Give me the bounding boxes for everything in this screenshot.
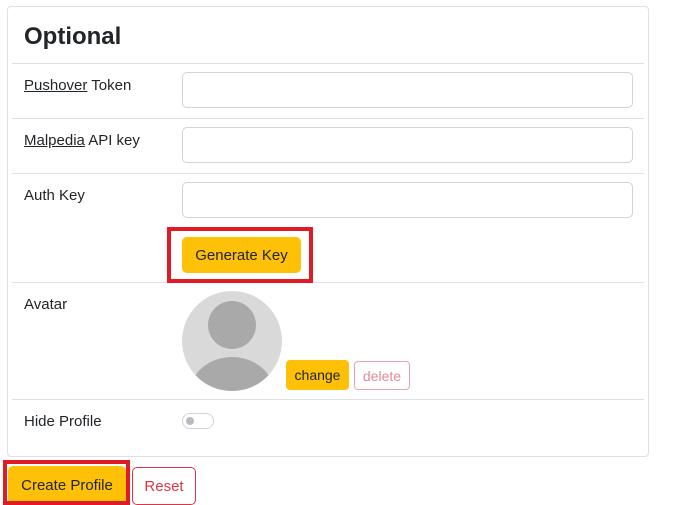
avatar-label: Avatar — [24, 296, 68, 313]
malpedia-link[interactable]: Malpedia — [24, 132, 85, 149]
reset-button[interactable]: Reset — [132, 467, 196, 505]
malpedia-api-key-label: Malpedia API key — [24, 132, 140, 149]
malpedia-api-key-input[interactable] — [182, 127, 633, 163]
generate-key-button[interactable]: Generate Key — [182, 237, 301, 273]
auth-key-input[interactable] — [182, 182, 633, 218]
divider — [12, 118, 644, 119]
auth-key-label: Auth Key — [24, 187, 85, 204]
section-title: Optional — [24, 23, 122, 50]
pushover-link[interactable]: Pushover — [24, 77, 87, 94]
avatar — [182, 291, 282, 391]
divider — [12, 399, 644, 400]
create-profile-button[interactable]: Create Profile — [8, 466, 126, 504]
user-silhouette-icon — [190, 301, 274, 391]
toggle-knob — [186, 417, 194, 425]
change-avatar-button[interactable]: change — [286, 360, 349, 390]
divider — [12, 282, 644, 283]
divider — [12, 173, 644, 174]
divider — [12, 63, 644, 64]
pushover-token-label: Pushover Token — [24, 77, 131, 94]
hide-profile-label: Hide Profile — [24, 413, 102, 430]
optional-settings-card: Optional Pushover Token Malpedia API key… — [7, 6, 649, 457]
delete-avatar-button[interactable]: delete — [354, 361, 410, 390]
malpedia-label-suffix: API key — [84, 132, 140, 149]
pushover-token-input[interactable] — [182, 72, 633, 108]
hide-profile-toggle[interactable] — [182, 413, 214, 429]
pushover-label-suffix: Token — [87, 77, 132, 94]
